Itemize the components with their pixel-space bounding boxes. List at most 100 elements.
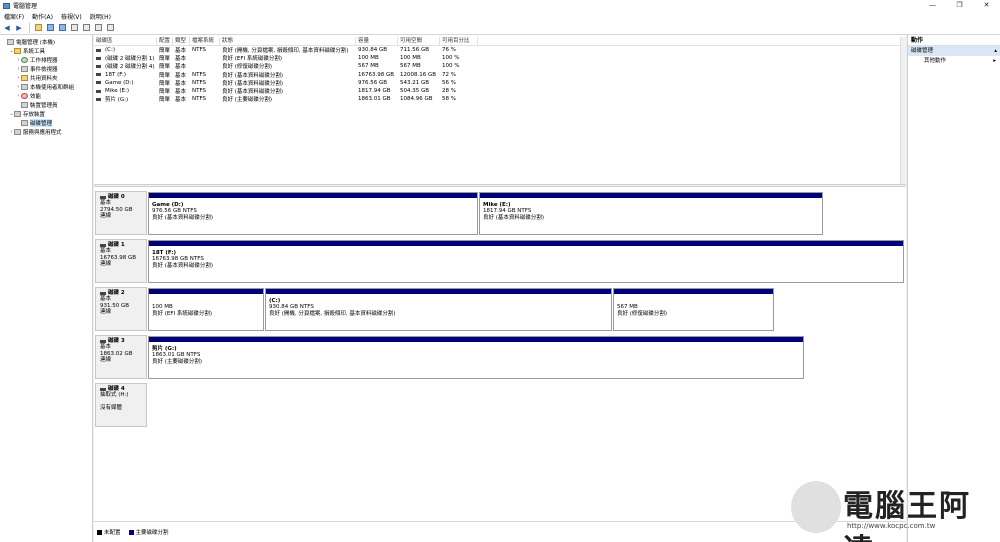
show-hide-tree-icon[interactable] [45,23,55,33]
col-free-space[interactable]: 可用空間 [398,36,440,46]
connect-icon[interactable] [81,23,91,33]
table-cell: 1817.94 GB [358,88,391,95]
partition-text: 18T (F:) 16763.98 GB NTFS 良好 (基本資料磁碟分割) [149,246,903,269]
up-folder-icon[interactable] [33,23,43,33]
col-layout[interactable]: 配置 [157,36,173,46]
table-cell: 12008.16 GB [400,71,437,78]
disk-icon [100,291,106,295]
menu-bar: 檔案(F) 動作(A) 檢視(V) 說明(H) [0,11,1000,21]
partition-text: 100 MB 良好 (EFI 系統磁碟分割) [149,294,263,317]
disk-icon [100,339,106,343]
toolbar: ◀ ▶ [0,21,1000,35]
col-volume[interactable]: 磁碟區 [94,36,157,46]
computer-management-icon [3,2,10,9]
watermark: 電腦王阿達 http://www.kocpc.com.tw [791,479,996,542]
volume-name: (磁碟 2 磁碟分割 4) [105,64,155,71]
forward-arrow-icon[interactable]: ▶ [14,23,24,33]
close-button[interactable]: ✕ [973,0,1000,11]
partition[interactable]: 18T (F:) 16763.98 GB NTFS 良好 (基本資料磁碟分割) [148,240,904,283]
disk-status: 連線 [100,213,112,220]
tree-item[interactable]: 裝置管理員 [0,100,92,109]
table-cell: (磁碟 2 磁碟分割 1) [94,54,157,62]
menu-action[interactable]: 動作(A) [32,12,53,21]
table-cell: 良好 (基本資料磁碟分割) [222,89,284,96]
tree-item-label: 事件檢視器 [30,66,58,73]
tree-item-label: 效能 [30,93,42,100]
disk-row: 磁碟 3 基本 1863.02 GB 連線 剪片 (G:) 1863.01 GB NTFS… [95,335,905,379]
disk-info[interactable]: 磁碟 4 抽取式 (H:) 沒有媒體 [95,383,147,427]
disk-icon [100,195,106,199]
properties-icon[interactable] [69,23,79,33]
tree-node-icon [21,92,28,99]
partition[interactable]: 100 MB 良好 (EFI 系統磁碟分割) [148,288,264,331]
table-row[interactable]: Game (D:) 簡單 基本 NTFS 良好 (基本資料磁碟分割) 976.56 GB 5… [94,79,906,87]
collapse-caret-icon[interactable]: ▴ [994,46,997,56]
table-cell: 簡單 [159,80,171,87]
table-cell: 基本 [175,80,187,87]
disk-info[interactable]: 磁碟 2 基本 931.50 GB 連線 [95,287,147,331]
tree-item-label: 裝置管理員 [30,102,58,109]
disk-status: 連線 [100,309,112,316]
col-filesystem[interactable]: 檔案系統 [190,36,220,46]
table-row[interactable]: Mike (E:) 簡單 基本 NTFS 良好 (基本資料磁碟分割) 1817.94 GB… [94,87,906,95]
partition-status: 良好 (基本資料磁碟分割) [483,214,545,221]
disk-info[interactable]: 磁碟 3 基本 1863.02 GB 連線 [95,335,147,379]
back-arrow-icon[interactable]: ◀ [2,23,12,33]
partition[interactable]: Game (D:) 976.56 GB NTFS 良好 (基本資料磁碟分割) [148,192,478,235]
tree-item[interactable]: 電腦管理 (本機) [0,37,92,46]
table-row[interactable]: (C:) 簡單 基本 NTFS 良好 (開機, 分頁檔案, 損毀傾印, 基本資料磁碟分割… [94,46,906,54]
table-cell: 良好 (修復磁碟分割) [222,64,273,71]
table-row[interactable]: (磁碟 2 磁碟分割 4) 簡單 基本 良好 (修復磁碟分割) 567 MB 567 MB… [94,62,906,70]
tree-item[interactable]: › 工作排程器 [0,55,92,64]
disk-row: 磁碟 0 基本 2794.50 GB 連線 Game (D:) 976.56 GB NTF… [95,191,905,235]
tree-node-icon [14,110,21,117]
tree-item-label: 共用資料夾 [30,75,58,82]
tree-item[interactable]: ⌄ 系統工具 [0,46,92,55]
col-capacity[interactable]: 容量 [356,36,398,46]
tree-item[interactable]: › 本機使用者和群組 [0,82,92,91]
help-icon[interactable] [57,23,67,33]
legend-primary-partition: 主要磁碟分割 [135,530,169,536]
col-status[interactable]: 狀態 [220,36,356,46]
check-icon[interactable] [93,23,103,33]
partition[interactable]: 剪片 (G:) 1863.01 GB NTFS 良好 (主要磁碟分割) [148,336,804,379]
col-free-percent[interactable]: 可用百分比 [440,36,478,46]
disk-info[interactable]: 磁碟 1 基本 16763.98 GB 連線 [95,239,147,283]
table-cell: NTFS [192,79,207,86]
table-cell: 基本 [175,56,187,63]
partition-status: 良好 (主要磁碟分割) [152,358,203,365]
view-icon[interactable] [105,23,115,33]
volume-list-scrollbar[interactable] [900,37,906,186]
tree-item[interactable]: ⌄ 存放裝置 [0,109,92,118]
partition[interactable]: 567 MB 良好 (修復磁碟分割) [613,288,774,331]
disk-type: 抽取式 (H:) [100,392,129,399]
menu-file[interactable]: 檔案(F) [4,12,24,21]
table-cell: Mike (E:) [94,88,157,94]
partition[interactable]: Mike (E:) 1817.94 GB NTFS 良好 (基本資料磁碟分割) [479,192,823,235]
partition[interactable]: (C:) 930.84 GB NTFS 良好 (開機, 分頁檔案, 損毀傾印, 基本… [265,288,612,331]
table-row[interactable]: 18T (F:) 簡單 基本 NTFS 良好 (基本資料磁碟分割) 16763.98 GB… [94,71,906,79]
table-row[interactable]: (磁碟 2 磁碟分割 1) 簡單 基本 良好 (EFI 系統磁碟分割) 100 MB 10… [94,54,906,62]
actions-section-disk-management[interactable]: 磁碟管理 ▴ [908,46,1000,56]
col-type[interactable]: 類型 [173,36,190,46]
tree-item[interactable]: 磁碟管理 [0,118,92,127]
table-cell: 剪片 (G:) [94,95,157,103]
menu-help[interactable]: 說明(H) [90,12,111,21]
legend-unallocated: 未配置 [104,530,121,536]
volume-rows: (C:) 簡單 基本 NTFS 良好 (開機, 分頁檔案, 損毀傾印, 基本資料磁碟分割… [94,46,906,103]
drive-icon [96,64,101,68]
maximize-button[interactable]: ❐ [946,0,973,11]
table-row[interactable]: 剪片 (G:) 簡單 基本 NTFS 良好 (主要磁碟分割) 1863.01 GB 1084… [94,95,906,103]
tree-item[interactable]: › 共用資料夾 [0,73,92,82]
actions-section-label: 磁碟管理 [911,48,934,54]
tree-item[interactable]: › 效能 [0,91,92,100]
tree-item[interactable]: › 事件檢視器 [0,64,92,73]
tree-node-icon [7,38,14,45]
minimize-button[interactable]: — [919,0,946,11]
tree-item[interactable]: › 服務與應用程式 [0,127,92,136]
disk-info[interactable]: 磁碟 0 基本 2794.50 GB 連線 [95,191,147,235]
table-cell: 基本 [175,89,187,96]
menu-view[interactable]: 檢視(V) [61,12,82,21]
more-actions-item[interactable]: 其他動作 ▸ [908,56,1000,66]
submenu-arrow-icon: ▸ [993,58,996,64]
